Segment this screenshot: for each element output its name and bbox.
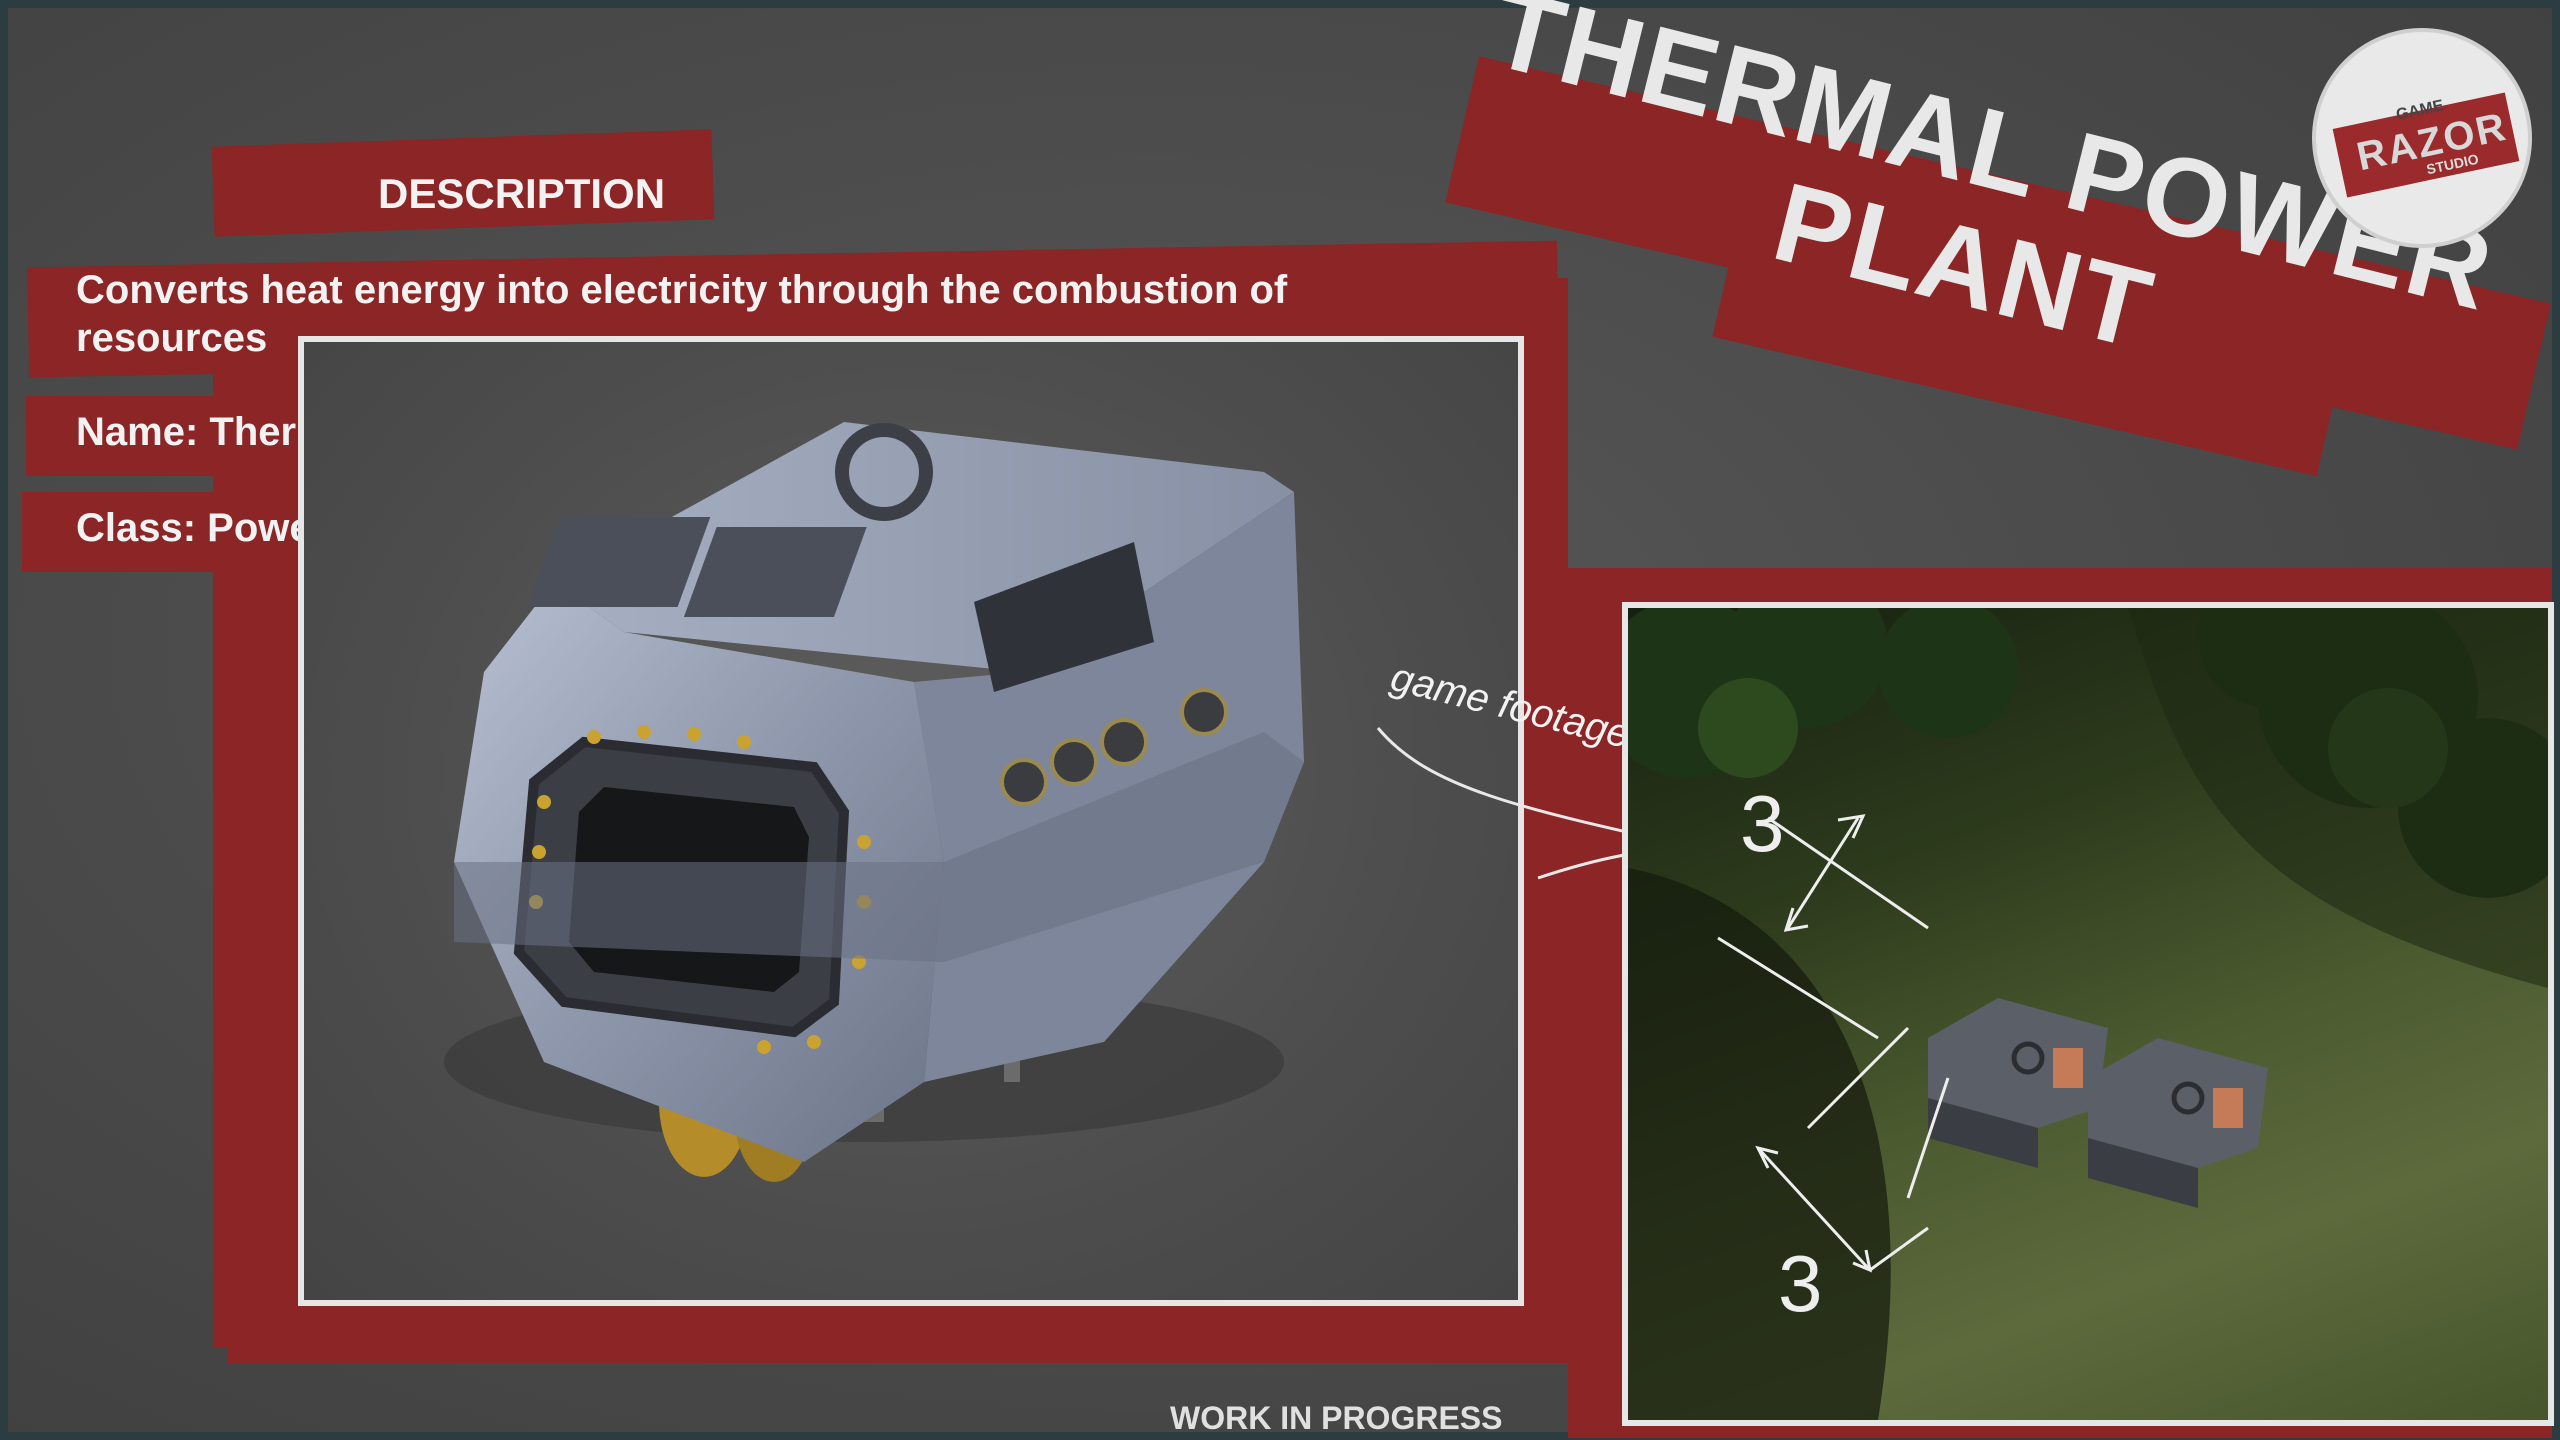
- model-render-frame: [298, 336, 1524, 1306]
- thermal-plant-model-icon: [444, 422, 1304, 1182]
- brush-stroke-frame-bottom: [228, 1303, 1568, 1363]
- description-heading: DESCRIPTION: [378, 170, 666, 217]
- game-footage-frame: 3 3: [1622, 602, 2554, 1426]
- game-footage-scene-icon: [1628, 608, 2548, 1420]
- studio-logo: GAME RAZOR STUDIO: [2312, 28, 2532, 248]
- class-line: Class: Power: [76, 506, 328, 550]
- presentation-sheet: DESCRIPTION Converts heat energy into el…: [8, 0, 2554, 1438]
- dimension-bottom-label: 3: [1778, 1239, 1823, 1328]
- work-in-progress-label: WORK IN PROGRESS: [1170, 1400, 1503, 1436]
- dimension-top-label: 3: [1740, 779, 1785, 868]
